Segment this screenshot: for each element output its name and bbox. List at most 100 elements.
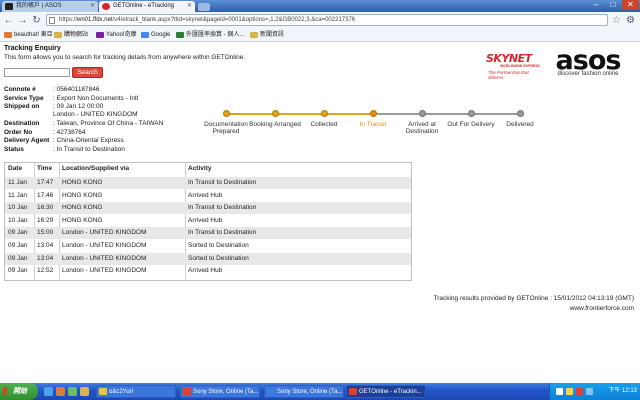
column-header-location: Location/Supplied via — [62, 165, 130, 172]
progress-step-label: Booking Arranged — [249, 121, 301, 128]
start-button[interactable]: 開始 — [0, 383, 38, 400]
tracking-search-input[interactable] — [4, 68, 70, 77]
detail-value: London - UNITED KINGDOM — [53, 111, 138, 118]
tray-security-icon[interactable] — [576, 388, 583, 395]
detail-label: Destination — [4, 120, 40, 127]
getonline-favicon-icon — [102, 3, 110, 10]
progress-step-label: Arrived at Destination — [405, 121, 439, 135]
cell-location: HONG KONG — [62, 216, 103, 224]
cell-location: London - UNITED KINGDOM — [62, 267, 147, 275]
detail-value: : 056401187846 — [53, 86, 100, 93]
cell-date: 09 Jan — [8, 254, 28, 262]
currency-icon — [176, 32, 184, 38]
tab-strip: 我的帳戶 | ASOS ✕ GETOnline - eTracking ✕ – … — [0, 0, 640, 12]
progress-step-dot — [468, 110, 475, 117]
bookmark-item[interactable]: Yahoo!奇摩 — [96, 30, 137, 40]
cell-time: 17:47 — [37, 179, 54, 186]
bookmark-item[interactable]: beauthat! 東亞 — [4, 30, 53, 40]
bookmark-label: Yahoo!奇摩 — [106, 32, 137, 38]
task-app-icon — [267, 388, 275, 395]
cell-location: HONG KONG — [62, 204, 103, 212]
windows-taskbar: 開始 o&c2Yuri Sony Store, Online (Ta... Sony… — [0, 383, 640, 400]
task-app-icon — [349, 388, 357, 395]
table-row: 11 Jan 17:46 HONG KONG Arrived Hub — [5, 190, 411, 202]
bookmark-item[interactable]: 購物網站 — [54, 30, 88, 40]
cell-activity: Arrived Hub — [188, 191, 223, 199]
quicklaunch-desktop-icon[interactable] — [80, 387, 89, 396]
cell-activity: In Transit to Destination — [188, 204, 257, 212]
close-tab-icon[interactable]: ✕ — [187, 1, 192, 12]
cell-time: 12:52 — [37, 267, 54, 275]
detail-label: Order No — [4, 129, 33, 136]
cell-activity: Sorted to Destination — [188, 242, 249, 249]
tray-network-icon[interactable] — [556, 388, 563, 395]
cell-activity: Arrived Hub — [188, 216, 223, 224]
close-tab-icon[interactable]: ✕ — [90, 1, 95, 12]
new-tab-button[interactable] — [198, 3, 210, 11]
table-row: 09 Jan 13:04 London - UNITED KINGDOM Sorted… — [5, 240, 411, 252]
task-label: Sony Store, Online (Ta... — [277, 389, 343, 395]
asos-favicon-icon — [5, 3, 13, 10]
cell-location: London - UNITED KINGDOM — [62, 254, 147, 262]
back-icon[interactable]: ← — [3, 15, 14, 26]
tab-getonline[interactable]: GETOnline - eTracking ✕ — [99, 1, 195, 12]
url-input[interactable]: https://wn01.ffdx.net/v4/etrack_blank.as… — [46, 14, 608, 26]
detail-value: : Export Non Documents - Intl — [53, 95, 139, 102]
cell-time: 13:04 — [37, 254, 54, 262]
reload-icon[interactable]: ↻ — [31, 15, 42, 26]
folder-icon — [250, 32, 258, 38]
task-app-icon — [99, 388, 107, 395]
start-label: 開始 — [13, 388, 27, 395]
tracking-history-table: Date Time Location/Supplied via Activity… — [4, 162, 412, 281]
forward-icon[interactable]: → — [17, 15, 28, 26]
column-header-time: Time — [37, 165, 53, 172]
detail-label: Service Type — [4, 95, 44, 102]
detail-label: Shipped on — [4, 103, 40, 110]
cell-time: 16:30 — [37, 204, 54, 212]
cell-location: HONG KONG — [62, 191, 103, 199]
taskbar-task-button[interactable]: Sony Store, Online (Ta... — [264, 385, 344, 398]
search-button[interactable]: Search — [72, 67, 103, 78]
bookmark-item[interactable]: Google — [141, 30, 170, 40]
bookmark-item[interactable]: 新聞資訊 — [250, 30, 284, 40]
progress-step-label: In Transit — [359, 121, 387, 128]
cell-date: 09 Jan — [8, 242, 28, 249]
quicklaunch-chrome-icon[interactable] — [68, 387, 77, 396]
wrench-menu-icon[interactable]: ⚙ — [625, 15, 636, 26]
frontierforce-link[interactable]: www.frontierforce.com — [570, 305, 634, 312]
page-icon — [49, 17, 55, 24]
progress-step-dot — [223, 110, 230, 117]
page-title: Tracking Enquiry — [4, 45, 61, 52]
skynet-logo-tagline: The Partnership that delivers — [488, 70, 529, 80]
yahoo-icon — [96, 32, 104, 38]
bookmark-star-icon[interactable]: ☆ — [611, 15, 622, 26]
taskbar-task-button[interactable]: GETOnline - eTrackin... — [346, 385, 426, 398]
progress-connector — [373, 113, 422, 115]
maximize-button[interactable]: □ — [605, 0, 621, 10]
cell-date: 09 Jan — [8, 267, 28, 275]
progress-step-dot — [517, 110, 524, 117]
taskbar-task-button[interactable]: Sony Store, Online (Ta... — [180, 385, 260, 398]
column-header-date: Date — [8, 165, 23, 172]
task-label: GETOnline - eTrackin... — [359, 389, 422, 395]
minimize-button[interactable]: – — [588, 0, 604, 10]
bookmark-label: 新聞資訊 — [260, 32, 285, 38]
progress-step-label: Out For Delivery — [447, 121, 495, 128]
progress-step-label: Documentation Prepared — [204, 121, 248, 135]
close-window-button[interactable]: ✕ — [622, 0, 639, 10]
tray-volume-icon[interactable] — [566, 388, 573, 395]
bookmark-item[interactable]: 外匯匯率換算 - 個人... — [176, 30, 244, 40]
skynet-logo: SKYNET WORLDWIDE EXPRESS The Partnership… — [486, 52, 542, 80]
asos-logo: asos discover fashion online — [552, 45, 624, 79]
quicklaunch-ie-icon[interactable] — [44, 387, 53, 396]
table-row: 09 Jan 12:52 London - UNITED KINGDOM Arrive… — [5, 265, 411, 277]
taskbar-clock: 下午 12:13 — [608, 388, 637, 394]
detail-label: Status — [4, 146, 24, 153]
detail-value: : 09 Jan 12 00:00 — [53, 103, 104, 110]
quicklaunch-firefox-icon[interactable] — [56, 387, 65, 396]
table-row: 09 Jan 13:04 London - UNITED KINGDOM Sorted… — [5, 252, 411, 265]
bookmarks-bar: beauthat! 東亞 購物網站 Yahoo!奇摩 Google 外匯匯率換算… — [0, 29, 640, 42]
tray-app-icon[interactable] — [586, 388, 593, 395]
taskbar-task-button[interactable]: o&c2Yuri — [96, 385, 176, 398]
tab-asos-account[interactable]: 我的帳戶 | ASOS ✕ — [2, 1, 98, 12]
